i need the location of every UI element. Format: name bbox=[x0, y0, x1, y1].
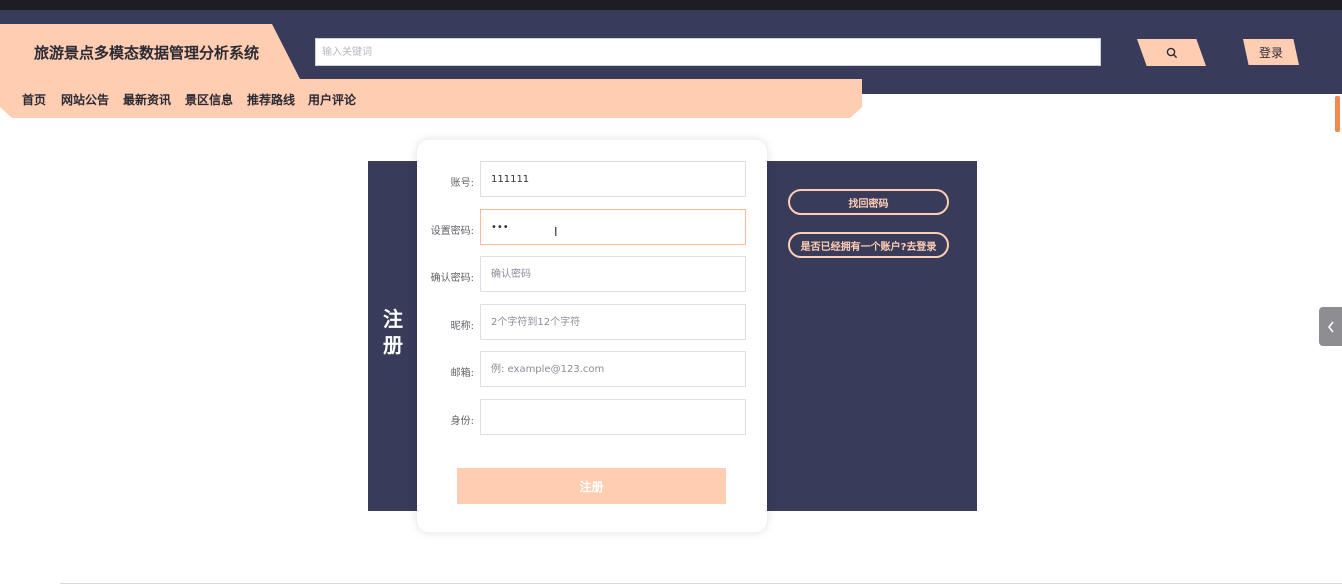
go-login-button[interactable]: 是否已经拥有一个账户?去登录 bbox=[788, 232, 949, 258]
confirm-password-label: 确认密码: bbox=[430, 273, 474, 284]
main-nav: 首页 网站公告 最新资讯 景区信息 推荐路线 用户评论 bbox=[0, 79, 862, 118]
login-button[interactable]: 登录 bbox=[1243, 39, 1299, 65]
nickname-input[interactable] bbox=[480, 304, 746, 340]
register-links-panel: 找回密码 是否已经拥有一个账户?去登录 bbox=[766, 161, 977, 511]
nickname-label: 昵称: bbox=[450, 321, 474, 332]
nav-routes[interactable]: 推荐路线 bbox=[247, 91, 295, 108]
nav-news[interactable]: 最新资讯 bbox=[123, 91, 171, 108]
register-submit-button[interactable]: 注册 bbox=[457, 468, 726, 504]
password-input[interactable] bbox=[480, 209, 746, 245]
window-top-bar bbox=[0, 0, 1342, 10]
nav-announcements[interactable]: 网站公告 bbox=[61, 91, 109, 108]
email-input[interactable] bbox=[480, 351, 746, 387]
register-form: 账号: 设置密码: 确认密码: 昵称: 邮箱: 身份: 注册 bbox=[417, 140, 767, 532]
nav-comments[interactable]: 用户评论 bbox=[308, 91, 356, 108]
email-label: 邮箱: bbox=[450, 368, 474, 379]
role-label: 身份: bbox=[450, 416, 474, 427]
account-label: 账号: bbox=[450, 178, 474, 189]
footer-divider bbox=[60, 583, 1342, 584]
side-collapse-tab[interactable] bbox=[1319, 307, 1342, 346]
register-panel-title: 注册 bbox=[368, 306, 418, 358]
password-label: 设置密码: bbox=[430, 226, 474, 237]
account-input[interactable] bbox=[480, 161, 746, 197]
nav-scenic-info[interactable]: 景区信息 bbox=[185, 91, 233, 108]
role-input[interactable] bbox=[480, 399, 746, 435]
nav-home[interactable]: 首页 bbox=[22, 91, 46, 108]
search-button[interactable] bbox=[1137, 39, 1206, 66]
register-side-panel: 注册 bbox=[368, 161, 418, 511]
scrollbar-thumb[interactable] bbox=[1335, 96, 1340, 132]
site-title: 旅游景点多模态数据管理分析系统 bbox=[34, 44, 260, 62]
confirm-password-input[interactable] bbox=[480, 256, 746, 292]
forgot-password-button[interactable]: 找回密码 bbox=[788, 189, 949, 215]
title-block: 旅游景点多模态数据管理分析系统 bbox=[0, 24, 300, 79]
search-input[interactable] bbox=[315, 38, 1101, 66]
text-cursor-icon: I bbox=[554, 225, 558, 239]
chevron-left-icon bbox=[1327, 321, 1334, 332]
search-icon bbox=[1166, 47, 1177, 58]
register-title-text: 注册 bbox=[383, 307, 403, 357]
